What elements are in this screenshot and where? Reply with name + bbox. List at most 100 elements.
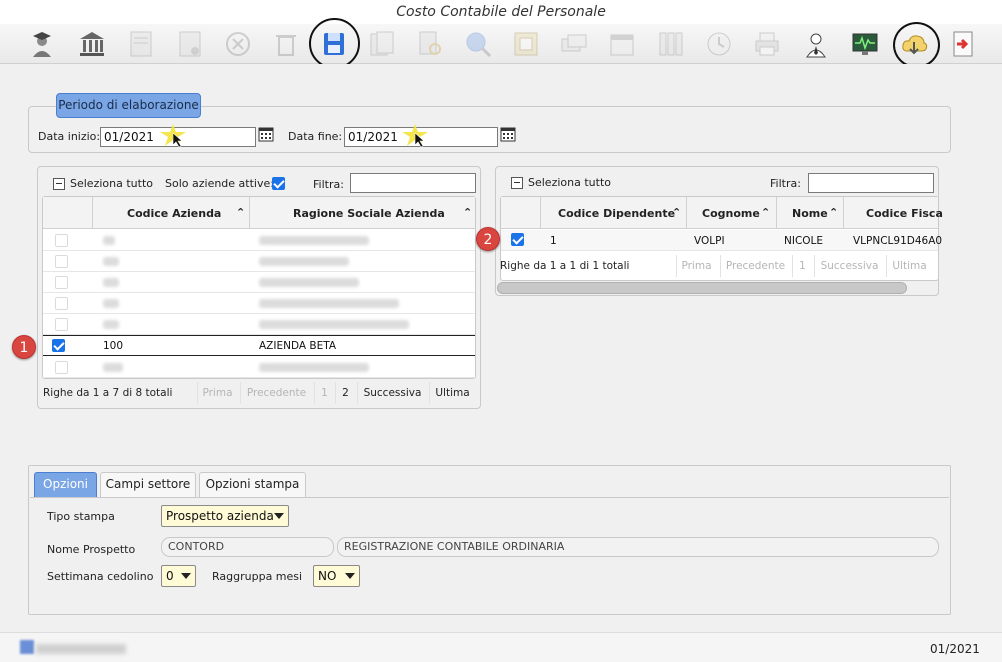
frame-icon[interactable] [510, 28, 542, 60]
calendar-icon[interactable] [606, 28, 638, 60]
pager-page-1[interactable]: 1 [314, 382, 334, 404]
status-bar [0, 632, 1002, 662]
pager-prev-button[interactable]: Precedente [720, 255, 790, 277]
start-date-label: Data inizio: [38, 130, 101, 143]
group-months-label: Raggruppa mesi [212, 570, 303, 583]
col-header-company-name[interactable]: Ragione Sociale Azienda [293, 207, 445, 220]
table-row[interactable] [43, 314, 475, 335]
pager-last-button[interactable]: Ultima [429, 382, 475, 404]
week-value: 0 [166, 569, 174, 583]
cancel-icon[interactable] [222, 28, 254, 60]
group-months-value: NO [318, 569, 337, 583]
highlight-cloud-circle [893, 22, 940, 68]
employees-pager-info: Righe da 1 a 1 di 1 totali [500, 260, 630, 272]
employee-name-cell: NICOLE [784, 235, 824, 247]
trash-icon[interactable] [270, 28, 302, 60]
employees-filter-label: Filtra: [770, 177, 801, 190]
table-row[interactable] [43, 251, 475, 272]
calendar-picker-icon[interactable] [500, 126, 516, 142]
horizontal-scrollbar[interactable] [497, 282, 907, 294]
print-type-value: Prospetto azienda [166, 509, 274, 523]
tab-opzioni-stampa[interactable]: Opzioni stampa [199, 472, 306, 497]
group-months-select[interactable]: NO [313, 565, 360, 587]
footer-period: 01/2021 [930, 642, 980, 656]
only-active-checkbox[interactable] [272, 177, 285, 190]
employee-icon[interactable] [800, 28, 832, 60]
sort-icon[interactable]: ⌃ [236, 206, 245, 219]
week-label: Settimana cedolino [47, 570, 154, 583]
prospect-description-field: REGISTRAZIONE CONTABILE ORDINARIA [337, 537, 939, 557]
toolbar [0, 24, 1002, 64]
pager-last-button[interactable]: Ultima [886, 255, 932, 277]
employees-filter-input[interactable] [808, 173, 934, 193]
pager-page-2[interactable]: 2 [335, 382, 355, 404]
pager-next-button[interactable]: Successiva [357, 382, 427, 404]
table-row[interactable] [43, 293, 475, 314]
end-date-label: Data fine: [288, 130, 343, 143]
only-active-label: Solo aziende attive: [165, 177, 274, 190]
document-icon[interactable] [125, 28, 157, 60]
chevron-down-icon [181, 573, 191, 579]
tab-opzioni[interactable]: Opzioni [34, 472, 97, 497]
table-row-selected[interactable]: 1 VOLPI NICOLE VLPNCL91D46A0 [501, 230, 942, 251]
chevron-down-icon [274, 513, 284, 519]
monitor-icon[interactable] [849, 28, 881, 60]
mouse-cursor-icon [173, 133, 183, 147]
employee-surname-cell: VOLPI [694, 235, 725, 247]
row-checkbox[interactable] [511, 233, 524, 246]
calendar-picker-icon[interactable] [258, 126, 274, 142]
print-type-select[interactable]: Prospetto azienda [161, 505, 289, 527]
step-marker-1: 1 [12, 335, 36, 359]
printer-icon[interactable] [751, 28, 783, 60]
binders-icon[interactable] [655, 28, 687, 60]
pager-first-button[interactable]: Prima [197, 382, 237, 404]
select-all-toggle[interactable] [511, 177, 523, 189]
sort-icon[interactable]: ⌃ [761, 206, 770, 219]
form-icon[interactable] [174, 28, 206, 60]
employee-code-cell: 1 [550, 235, 557, 247]
col-header-fiscal-code[interactable]: Codice Fisca [866, 207, 943, 220]
bank-icon[interactable] [76, 28, 108, 60]
table-row[interactable] [43, 230, 475, 251]
graduate-icon[interactable] [26, 28, 58, 60]
companies-filter-input[interactable] [350, 173, 476, 193]
pager-page-1[interactable]: 1 [792, 255, 812, 277]
col-header-employee-code[interactable]: Codice Dipendente [558, 207, 675, 220]
company-name-cell: AZIENDA BETA [259, 340, 337, 352]
sort-icon[interactable]: ⌃ [672, 206, 681, 219]
sort-icon[interactable]: ⌃ [829, 206, 838, 219]
zoom-icon[interactable] [462, 28, 494, 60]
col-header-surname[interactable]: Cognome [702, 207, 760, 220]
documents-icon[interactable] [366, 28, 398, 60]
clock-icon[interactable] [703, 28, 735, 60]
company-code-cell: 100 [103, 340, 124, 352]
select-all-toggle[interactable] [53, 178, 65, 190]
table-row[interactable] [43, 357, 475, 378]
table-row-selected[interactable]: 100 AZIENDA BETA [43, 335, 475, 356]
exit-icon[interactable] [947, 28, 979, 60]
col-header-name[interactable]: Nome [792, 207, 828, 220]
select-all-label: Seleziona tutto [70, 177, 153, 190]
col-header-company-code[interactable]: Codice Azienda [127, 207, 221, 220]
logo [20, 636, 130, 658]
period-legend: Periodo di elaborazione [56, 93, 201, 118]
chevron-down-icon [345, 573, 355, 579]
highlight-save-circle [309, 18, 360, 69]
pager-first-button[interactable]: Prima [676, 255, 716, 277]
select-all-label: Seleziona tutto [528, 176, 611, 189]
prospect-code-field: CONTORD [161, 537, 334, 557]
pager-next-button[interactable]: Successiva [814, 255, 884, 277]
mouse-cursor-icon [415, 133, 425, 147]
prospect-name-label: Nome Prospetto [47, 543, 136, 556]
pager-prev-button[interactable]: Precedente [240, 382, 312, 404]
row-checkbox[interactable] [52, 339, 65, 352]
tab-campi-settore[interactable]: Campi settore [100, 472, 196, 497]
cards-icon[interactable] [558, 28, 590, 60]
companies-filter-label: Filtra: [313, 178, 344, 191]
search-doc-icon[interactable] [414, 28, 446, 60]
week-select[interactable]: 0 [161, 565, 196, 587]
companies-pager-info: Righe da 1 a 7 di 8 totali [43, 387, 173, 399]
employee-fiscal-cell: VLPNCL91D46A0 [853, 235, 943, 247]
table-row[interactable] [43, 272, 475, 293]
sort-icon[interactable]: ⌃ [463, 206, 472, 219]
